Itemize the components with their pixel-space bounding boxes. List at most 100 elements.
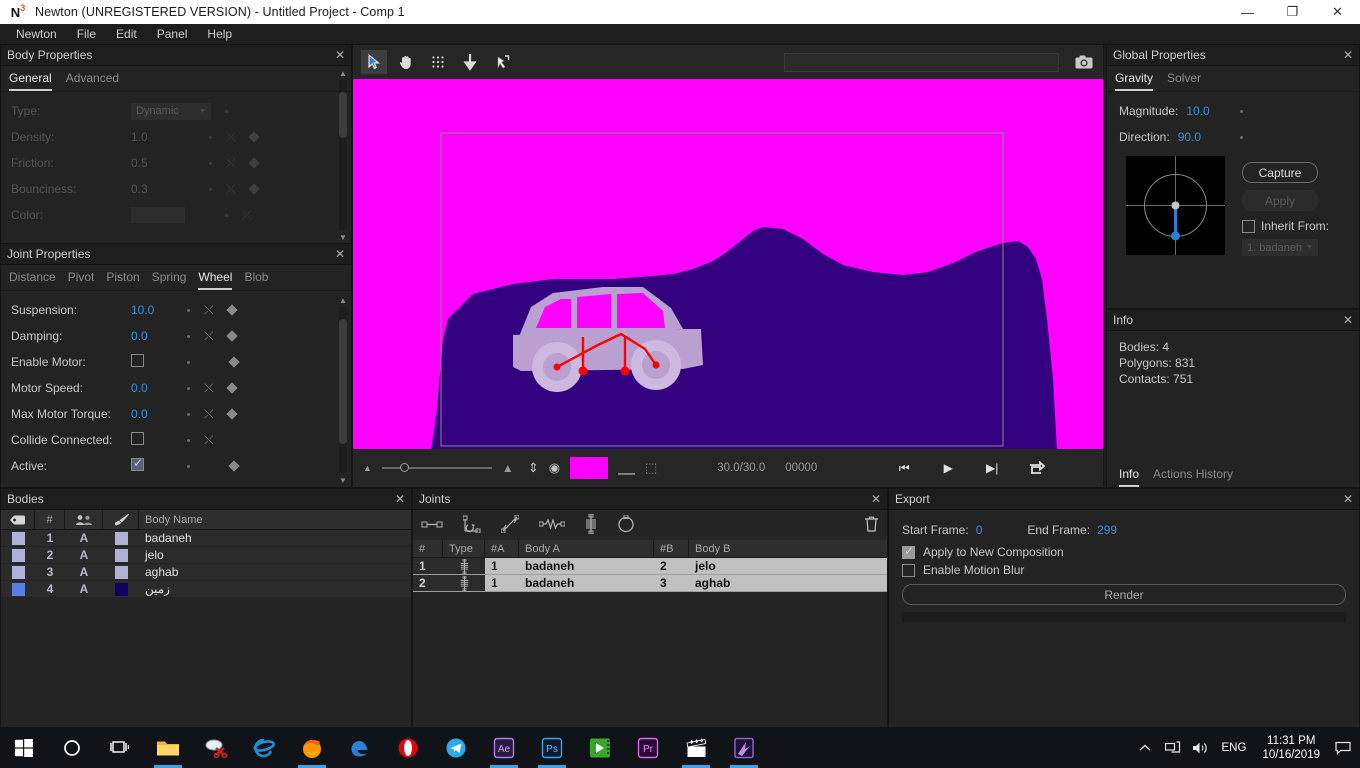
enable-motion-blur-checkbox[interactable] (902, 563, 915, 577)
body-group[interactable]: A (65, 564, 103, 580)
body-color-swatch[interactable] (114, 565, 128, 579)
apply-to-new-composition-checkbox[interactable] (902, 544, 915, 559)
visibility-swatch[interactable] (11, 548, 25, 562)
joint-body-b-name[interactable]: jelo (689, 558, 887, 574)
keyframe-dot-icon[interactable] (187, 360, 190, 364)
render-button[interactable]: Render (902, 584, 1346, 605)
volume-icon[interactable] (1188, 728, 1214, 768)
table-row[interactable]: 2 A jelo (1, 547, 411, 564)
minimize-button[interactable]: — (1225, 0, 1270, 24)
tab-actions-history[interactable]: Actions History (1153, 467, 1233, 487)
keyframe-dot-icon[interactable] (225, 213, 228, 217)
scroll-down-icon[interactable]: ▼ (338, 232, 348, 242)
value-magnitude[interactable]: 10.0 (1186, 104, 1209, 118)
brush-icon[interactable] (103, 510, 139, 529)
after-effects-icon[interactable]: Ae (480, 728, 528, 768)
pivot-joint-icon[interactable] (462, 515, 481, 536)
distance-joint-icon[interactable] (421, 518, 443, 533)
randomize-icon[interactable]: ⤬ (204, 433, 214, 448)
menu-item-edit[interactable]: Edit (106, 25, 147, 43)
value-suspension[interactable]: 10.0 (131, 303, 191, 317)
column-header-number[interactable]: # (35, 510, 65, 529)
loop-button[interactable] (1019, 456, 1053, 480)
value-direction[interactable]: 90.0 (1178, 130, 1201, 144)
scrollbar-thumb[interactable] (339, 92, 347, 138)
inherit-from-dropdown[interactable]: 1. badaneh ▼ (1242, 239, 1318, 256)
joint-body-b-name[interactable]: aghab (689, 575, 887, 591)
body-color-swatch[interactable] (114, 582, 128, 596)
menu-item-newton[interactable]: Newton (6, 25, 67, 43)
close-icon[interactable]: ✕ (335, 248, 345, 260)
tab-info[interactable]: Info (1119, 467, 1140, 487)
select-tool-icon[interactable] (361, 50, 387, 74)
value-motor-speed[interactable]: 0.0 (131, 381, 191, 395)
action-center-icon[interactable] (1330, 728, 1356, 768)
eye-icon[interactable]: ◉ (549, 460, 560, 476)
scrollbar-thumb[interactable] (339, 319, 347, 444)
body-name[interactable]: زمین (139, 581, 411, 597)
randomize-icon[interactable]: ⤬ (226, 182, 236, 197)
piston-joint-icon[interactable] (500, 514, 520, 536)
keyframe-dot-icon[interactable] (187, 308, 190, 312)
keyframe-diamond-icon[interactable] (225, 408, 238, 420)
background-color-swatch[interactable] (570, 457, 609, 479)
body-group[interactable]: A (65, 547, 103, 563)
fit-to-view-icon[interactable]: ⇕ (528, 460, 539, 476)
randomize-icon[interactable]: ⤬ (226, 130, 236, 145)
group-icon[interactable] (65, 510, 103, 529)
close-icon[interactable]: ✕ (335, 49, 345, 61)
visibility-swatch[interactable] (11, 565, 25, 579)
pan-tool-icon[interactable] (393, 50, 419, 74)
visibility-tag-icon[interactable] (1, 510, 35, 529)
column-header-type[interactable]: Type (443, 540, 485, 557)
value-damping[interactable]: 0.0 (131, 329, 191, 343)
clapperboard-icon[interactable] (672, 728, 720, 768)
cortana-search-icon[interactable] (48, 728, 96, 768)
table-row[interactable]: 1 A badaneh (1, 530, 411, 547)
apply-button[interactable]: Apply (1242, 190, 1318, 211)
keyframe-diamond-icon[interactable] (247, 157, 260, 169)
body-color-swatch[interactable] (114, 531, 128, 545)
zoom-slider-knob[interactable] (399, 463, 409, 472)
table-row[interactable]: 4 A زمین (1, 581, 411, 598)
inherit-from-checkbox[interactable] (1242, 219, 1255, 233)
maximize-button[interactable]: ❐ (1270, 0, 1315, 24)
scroll-up-icon[interactable]: ▲ (338, 68, 348, 78)
search-input[interactable] (784, 52, 1059, 72)
tab-spring[interactable]: Spring (152, 270, 187, 290)
active-checkbox[interactable] (131, 456, 144, 471)
keyframe-dot-icon[interactable] (209, 187, 212, 191)
joint-body-a-name[interactable]: badaneh (519, 558, 654, 574)
blob-joint-icon[interactable] (617, 514, 635, 536)
keyframe-diamond-icon[interactable] (225, 330, 238, 342)
network-icon[interactable] (1160, 728, 1186, 768)
keyframe-dot-icon[interactable] (187, 386, 190, 390)
onion-skin-icon[interactable]: ▁▁ (618, 462, 635, 475)
show-hidden-icons-icon[interactable] (1132, 728, 1158, 768)
step-forward-button[interactable]: ▶| (975, 456, 1009, 480)
close-button[interactable]: ✕ (1315, 0, 1360, 24)
windows-start-icon[interactable] (0, 728, 48, 768)
tab-distance[interactable]: Distance (9, 270, 56, 290)
zoom-out-icon[interactable]: ▲ (363, 463, 372, 473)
column-header-body-b-num[interactable]: #B (654, 540, 689, 557)
randomize-icon[interactable]: ⤬ (226, 156, 236, 171)
tab-pivot[interactable]: Pivot (68, 270, 95, 290)
table-row[interactable]: 1 1 badaneh 2 jelo (413, 558, 887, 575)
value-friction[interactable]: 0.5 (131, 156, 191, 170)
keyframe-dot-icon[interactable] (1239, 109, 1243, 113)
menu-item-panel[interactable]: Panel (147, 25, 198, 43)
camera-icon[interactable] (1073, 51, 1095, 73)
enable-motor-checkbox[interactable] (131, 354, 144, 367)
media-encoder-icon[interactable] (576, 728, 624, 768)
body-group[interactable]: A (65, 530, 103, 546)
tab-wheel[interactable]: Wheel (198, 270, 233, 290)
opera-icon[interactable] (384, 728, 432, 768)
body-properties-scrollbar[interactable]: ▲ ▼ (337, 66, 349, 244)
visibility-swatch[interactable] (11, 582, 25, 596)
internet-explorer-icon[interactable] (240, 728, 288, 768)
scroll-down-icon[interactable]: ▼ (338, 475, 348, 485)
tab-advanced[interactable]: Advanced (66, 71, 119, 91)
body-group[interactable]: A (65, 581, 103, 597)
tab-solver[interactable]: Solver (1167, 71, 1201, 91)
